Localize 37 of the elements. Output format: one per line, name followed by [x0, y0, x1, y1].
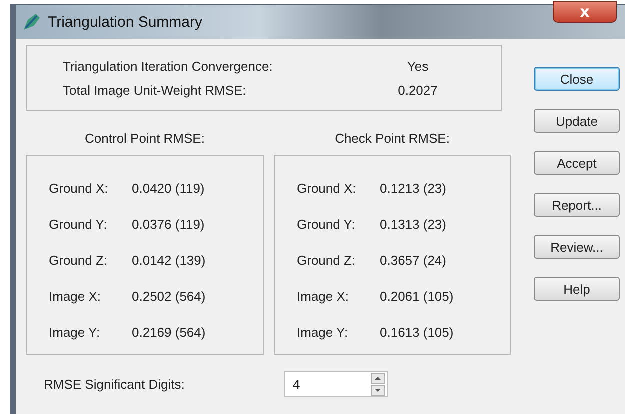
axis-label: Image Y:: [48, 324, 102, 340]
dialog-button[interactable]: Update: [534, 109, 620, 133]
dialog-button[interactable]: Close: [534, 67, 620, 91]
summary-label: Total Image Unit-Weight RMSE:: [62, 82, 248, 98]
rmse-value: 0.2502 (564): [132, 288, 207, 304]
digits-spinner[interactable]: 4: [284, 371, 388, 397]
dialog-button[interactable]: Review...: [534, 235, 620, 259]
rmse-value: 0.2061 (105): [380, 288, 455, 304]
rmse-value: 0.0142 (139): [132, 252, 207, 268]
rmse-value: 0.1213 (23): [380, 180, 448, 196]
rmse-value: 0.2169 (564): [132, 324, 207, 340]
rmse-value: 0.1313 (23): [380, 216, 448, 232]
axis-label: Image X:: [48, 288, 102, 304]
axis-label: Image Y:: [296, 324, 350, 340]
window-close-button[interactable]: x: [553, 1, 617, 23]
rmse-value: 0.1613 (105): [380, 324, 455, 340]
axis-label: Ground Z:: [48, 252, 109, 268]
panel-heading: Control Point RMSE:: [85, 131, 205, 146]
window-title: Triangulation Summary: [48, 14, 203, 30]
digits-label: RMSE Significant Digits:: [44, 376, 186, 392]
dialog-button[interactable]: Report...: [534, 193, 620, 217]
rmse-value: 0.3657 (24): [380, 252, 448, 268]
pen-icon: [22, 12, 42, 32]
axis-label: Image X:: [296, 288, 350, 304]
dialog-button[interactable]: Accept: [534, 151, 620, 175]
axis-label: Ground X:: [48, 180, 110, 196]
rmse-value: 0.0420 (119): [132, 180, 206, 196]
axis-label: Ground X:: [296, 180, 358, 196]
axis-label: Ground Y:: [296, 216, 356, 232]
dialog-button[interactable]: Help: [534, 277, 620, 301]
summary-value: 0.2027: [397, 82, 439, 98]
panel-heading: Check Point RMSE:: [335, 131, 450, 146]
axis-label: Ground Z:: [296, 252, 357, 268]
rmse-value: 0.0376 (119): [132, 216, 206, 232]
axis-label: Ground Y:: [48, 216, 108, 232]
summary-label: Triangulation Iteration Convergence:: [62, 58, 274, 74]
summary-value: Yes: [406, 58, 430, 74]
